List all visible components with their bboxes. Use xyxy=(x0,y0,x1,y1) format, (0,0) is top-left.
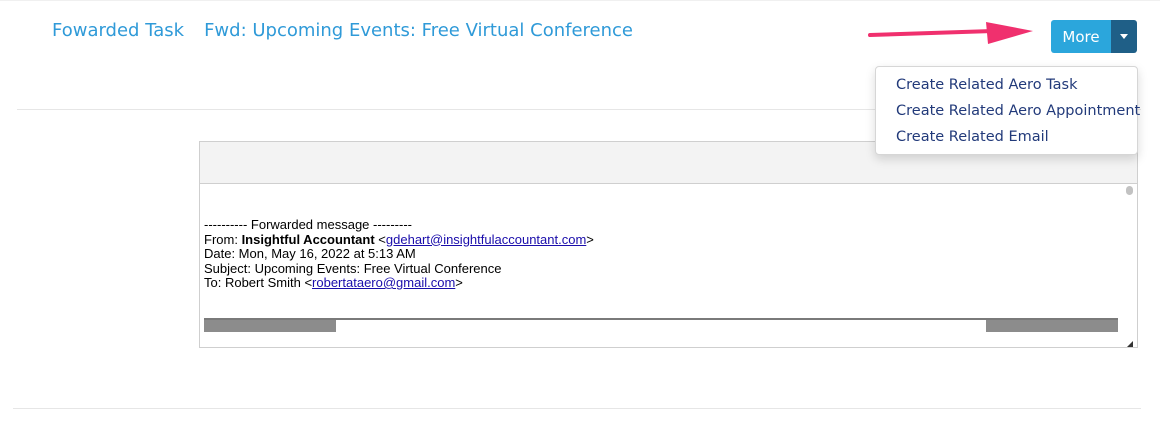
menu-item-create-related-aero-task[interactable]: Create Related Aero Task xyxy=(876,74,1137,100)
more-dropdown-toggle[interactable] xyxy=(1111,20,1137,53)
sender-name: Insightful Accountant xyxy=(241,231,375,247)
date-line: Date: Mon, May 16, 2022 at 5:13 AM xyxy=(204,246,416,261)
scrollbar-rule xyxy=(204,318,1118,320)
record-type-link[interactable]: Fowarded Task xyxy=(52,20,184,41)
more-button-group: More xyxy=(1051,20,1137,53)
menu-item-create-related-email[interactable]: Create Related Email xyxy=(876,126,1137,152)
editor-content-area[interactable]: ---------- Forwarded message --------- F… xyxy=(200,184,1137,349)
forward-header-line: ---------- Forwarded message --------- xyxy=(204,217,412,232)
top-divider xyxy=(0,0,1160,1)
record-title[interactable]: Fwd: Upcoming Events: Free Virtual Confe… xyxy=(204,20,633,41)
more-button[interactable]: More xyxy=(1051,20,1111,53)
resize-handle-icon[interactable] xyxy=(1127,341,1133,347)
horizontal-scrollbar[interactable] xyxy=(204,318,1118,332)
to-line: To: Robert Smith <robertataero@gmail.com… xyxy=(204,275,463,290)
sender-email-link[interactable]: gdehart@insightfulaccountant.com xyxy=(386,232,586,247)
pointer-arrow-icon xyxy=(868,22,1033,44)
scrollbar-left-segment[interactable] xyxy=(204,320,336,332)
bottom-divider xyxy=(13,408,1141,409)
vertical-scrollbar[interactable] xyxy=(1125,184,1134,349)
scrollbar-right-segment[interactable] xyxy=(986,320,1118,332)
more-dropdown-menu: Create Related Aero Task Create Related … xyxy=(875,66,1140,155)
recipient-email-link[interactable]: robertataero@gmail.com xyxy=(312,275,455,290)
caret-down-icon xyxy=(1120,34,1128,39)
forwarded-message: ---------- Forwarded message --------- F… xyxy=(204,217,594,291)
vertical-scroll-thumb[interactable] xyxy=(1126,186,1133,195)
from-line: From: Insightful Accountant <gdehart@ins… xyxy=(204,231,594,247)
page-header: Fowarded Task Fwd: Upcoming Events: Free… xyxy=(52,20,633,41)
menu-item-create-related-aero-appointment[interactable]: Create Related Aero Appointment xyxy=(876,100,1140,126)
subject-line: Subject: Upcoming Events: Free Virtual C… xyxy=(204,260,502,276)
email-body-editor[interactable]: ---------- Forwarded message --------- F… xyxy=(199,141,1138,348)
